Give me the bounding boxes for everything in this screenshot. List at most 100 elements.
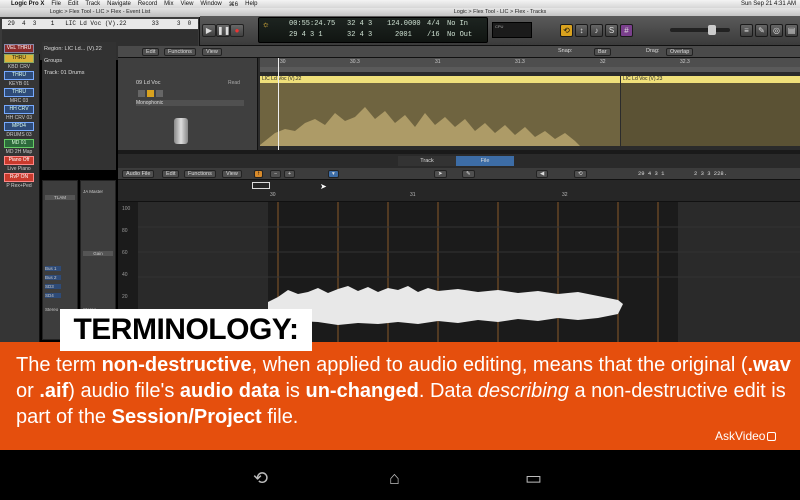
ruler[interactable]: 30 30.3 31 31.3 32 32.3 (260, 58, 800, 67)
terminology-heading: TERMINOLOGY: (60, 309, 312, 351)
prelisten-icon[interactable]: ◀ (536, 170, 549, 178)
pause-button[interactable]: ❚❚ (216, 24, 230, 37)
flex-mode-select[interactable]: Monophonic (136, 100, 244, 106)
menu-window[interactable]: Window (200, 1, 221, 7)
tag-keyb: KEYB 01 (8, 81, 30, 87)
ruler-mark: 32 (600, 59, 606, 65)
clock: Sun Sep 21 4:31 AM (740, 1, 796, 7)
zoom-in-icon[interactable]: + (284, 170, 296, 178)
filter-icon[interactable]: ▾ (328, 170, 339, 178)
tracks-view-menu[interactable]: View (202, 48, 222, 56)
record-enable-button[interactable] (156, 90, 163, 97)
notepad-icon[interactable]: ✎ (755, 24, 768, 37)
lcd-tempo: 124.0000 (387, 20, 421, 28)
scale-label: 60 (122, 250, 128, 256)
tracks-functions-menu[interactable]: Functions (164, 48, 196, 56)
tag-rex-ped: P Rex+Ped (6, 183, 32, 189)
tag-thru-2[interactable]: THRU (4, 71, 34, 80)
lcd-display[interactable]: ☼ 00:55:24.75 29 4 3 1 32 4 3 32 4 3 124… (258, 17, 488, 43)
tag-mpd4[interactable]: MPD4 (4, 122, 34, 131)
file-ruler-mark: 30 (270, 192, 276, 198)
play-button[interactable]: ▶ (202, 24, 216, 37)
tag-md01[interactable]: MD 01 (4, 139, 34, 148)
audio-region[interactable]: LIC Ld Voc (V).23 (621, 76, 800, 146)
scale-label: 40 (122, 272, 128, 278)
mute-button[interactable] (138, 90, 145, 97)
cycle-loop-icon[interactable]: ⟲ (574, 170, 587, 178)
recents-button[interactable]: ▭ (525, 468, 542, 488)
tag-piano-off[interactable]: Piano Off (4, 156, 34, 165)
count-in-icon[interactable]: # (620, 24, 633, 37)
menu-edit[interactable]: Edit (68, 1, 78, 7)
back-button[interactable]: ⟲ (253, 468, 268, 488)
solo-button[interactable] (147, 90, 154, 97)
strip1-sd4[interactable]: SD4 (45, 293, 61, 298)
menu-navigate[interactable]: Navigate (107, 1, 131, 7)
tag-vel-thru[interactable]: VEL THRU (4, 44, 34, 53)
strip2-gain[interactable]: Gain (83, 251, 113, 256)
menu-help[interactable]: Help (245, 1, 257, 7)
tracks-edit-menu[interactable]: Edit (142, 48, 160, 56)
cycle-icon[interactable]: ⟲ (560, 24, 573, 37)
pointer-tool-icon[interactable]: ➤ (434, 170, 447, 178)
file-overview[interactable]: 30 31 32 ➤ (118, 180, 800, 202)
menu-track[interactable]: Track (85, 1, 100, 7)
groups-header[interactable]: Groups (44, 58, 62, 64)
snap-select[interactable]: Bar (594, 48, 611, 56)
zoom-out-icon[interactable]: − (270, 170, 282, 178)
record-button[interactable]: ● (230, 24, 244, 37)
menu-file[interactable]: File (51, 1, 61, 7)
region-inspector-header[interactable]: Region: LIC Ld... (V).22 (44, 46, 102, 52)
tab-file[interactable]: File (456, 156, 514, 166)
menu-view[interactable]: View (181, 1, 194, 7)
menu-cmd6[interactable]: ⌘6 (229, 1, 238, 8)
track-inspector-header[interactable]: Track: 01 Drums (44, 70, 84, 76)
track-automation[interactable]: Read (228, 80, 240, 86)
media-browser-icon[interactable]: ▤ (785, 24, 798, 37)
strip2-label[interactable]: JA Master (83, 189, 103, 194)
loop-browser-icon[interactable]: ◎ (770, 24, 783, 37)
overview-selection[interactable] (252, 182, 270, 189)
tag-md-map: MD 2H Map (5, 149, 33, 155)
menu-record[interactable]: Record (138, 1, 157, 7)
catch-icon[interactable]: ⟊ (254, 170, 264, 178)
strip1-plugin[interactable]: TLAM (45, 195, 75, 200)
editor-view-menu[interactable]: View (222, 170, 242, 178)
tag-thru-3[interactable]: THRU (4, 88, 34, 97)
control-bar: ▶ ❚❚ ● ☼ 00:55:24.75 29 4 3 1 32 4 3 32 … (200, 16, 800, 46)
strip1-bus1[interactable]: Bus 1 (45, 266, 61, 271)
cycle-area[interactable] (260, 67, 800, 72)
lcd-time: 00:55:24.75 (289, 20, 336, 28)
scale-label: 80 (122, 228, 128, 234)
event-list-row[interactable]: 29 4 3 1 LIC Ld Voc (V).22 33 3 0 0 0 (2, 19, 213, 29)
playhead[interactable] (278, 58, 279, 150)
editor-edit-menu[interactable]: Edit (162, 170, 180, 178)
master-volume-slider[interactable] (670, 25, 730, 35)
pencil-tool-icon[interactable]: ✎ (462, 170, 475, 178)
region-inspector: Region: LIC Ld... (V).22 Groups Track: 0… (42, 42, 116, 170)
menu-mix[interactable]: Mix (164, 1, 173, 7)
editor-toolbar: Audio File Edit Functions View ⟊ − + ▾ ➤… (118, 168, 800, 180)
track-header[interactable]: 09 Ld Voc Read Monophonic (118, 58, 258, 150)
tab-track[interactable]: Track (398, 156, 456, 166)
menu-app[interactable]: Logic Pro X (11, 1, 44, 7)
editor-functions-menu[interactable]: Functions (184, 170, 216, 178)
tag-rvp-on[interactable]: RvP ON (4, 173, 34, 182)
audio-region[interactable]: LIC Ld Voc (V).22 (260, 76, 620, 146)
replace-icon[interactable]: ↕ (575, 24, 588, 37)
strip1-sd3[interactable]: SD3 (45, 284, 61, 289)
tag-thru-1[interactable]: THRU (4, 54, 34, 63)
home-button[interactable]: ⌂ (389, 468, 400, 488)
tag-hh-crv[interactable]: HH CRV (4, 105, 34, 114)
solo-icon[interactable]: S (605, 24, 618, 37)
menubar: Logic Pro X File Edit Track Navigate Rec… (0, 0, 800, 8)
strip1-bus2[interactable]: Bus 2 (45, 275, 61, 280)
strip1-stereo[interactable]: Stereo (45, 307, 58, 312)
tag-hh-crv-03: HH CRV 03 (5, 115, 33, 121)
audio-file-menu[interactable]: Audio File (122, 170, 155, 178)
lcd-output: No Out (447, 31, 473, 39)
tag-drums: DRUMS 03 (6, 132, 32, 138)
tuner-icon[interactable]: ♪ (590, 24, 603, 37)
drag-select[interactable]: Overlap (666, 48, 694, 56)
list-editors-icon[interactable]: ≡ (740, 24, 753, 37)
